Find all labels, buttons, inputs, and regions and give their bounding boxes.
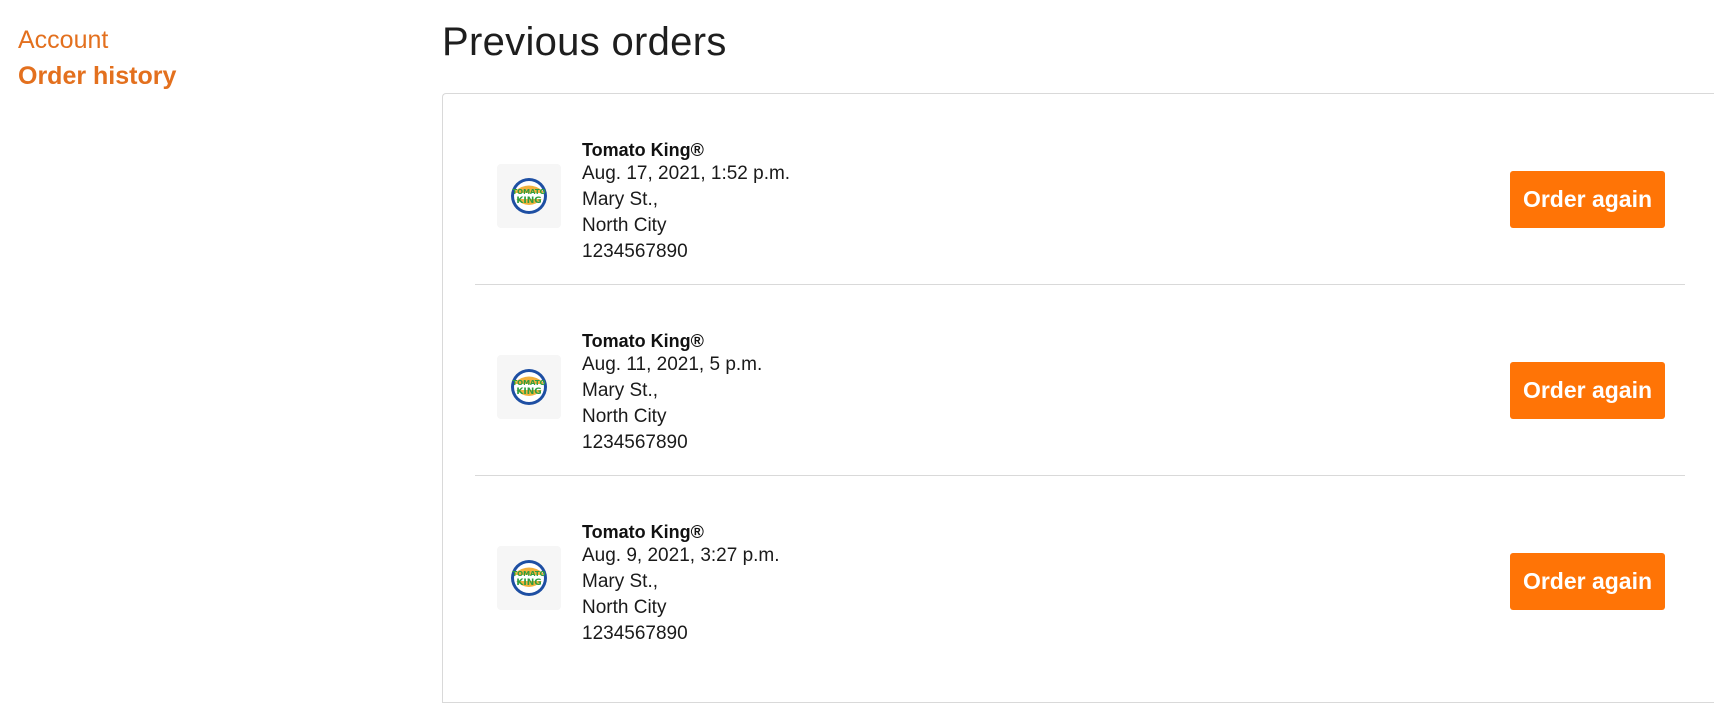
order-row: TOMATO KING Tomato King® Aug. 17, 2021, … [475,94,1685,285]
order-street: Mary St., [582,380,659,401]
account-sidebar: Account Order history [18,22,398,94]
tomato-king-logo-svg: TOMATO KING [511,560,547,596]
restaurant-name: Tomato King® [582,331,704,351]
order-again-button[interactable]: Order again [1510,553,1665,610]
tomato-king-logo-svg: TOMATO KING [511,369,547,405]
order-datetime: Aug. 17, 2021, 1:52 p.m. [582,163,791,184]
order-row: TOMATO KING Tomato King® Aug. 9, 2021, 3… [475,476,1685,667]
orders-card: TOMATO KING Tomato King® Aug. 17, 2021, … [442,93,1714,703]
tomato-king-logo-icon: TOMATO KING [497,355,561,419]
order-city: North City [582,215,667,236]
order-again-button[interactable]: Order again [1510,171,1665,228]
order-datetime: Aug. 9, 2021, 3:27 p.m. [582,545,780,566]
restaurant-name: Tomato King® [582,140,704,160]
order-phone: 1234567890 [582,623,688,644]
order-phone: 1234567890 [582,432,688,453]
sidebar-item-account[interactable]: Account [18,22,398,58]
svg-text:KING: KING [516,387,541,397]
order-city: North City [582,406,667,427]
order-info: Tomato King® Aug. 9, 2021, 3:27 p.m. Mar… [582,521,780,647]
sidebar-item-order-history[interactable]: Order history [18,58,398,94]
order-city: North City [582,597,667,618]
order-row: TOMATO KING Tomato King® Aug. 11, 2021, … [475,285,1685,476]
svg-text:KING: KING [516,196,541,206]
svg-text:KING: KING [516,578,541,588]
order-info: Tomato King® Aug. 11, 2021, 5 p.m. Mary … [582,330,762,456]
page-title: Previous orders [442,20,727,64]
order-street: Mary St., [582,189,659,210]
order-phone: 1234567890 [582,241,688,262]
tomato-king-logo-svg: TOMATO KING [511,178,547,214]
order-again-button[interactable]: Order again [1510,362,1665,419]
restaurant-name: Tomato King® [582,522,704,542]
order-street: Mary St., [582,571,659,592]
order-info: Tomato King® Aug. 17, 2021, 1:52 p.m. Ma… [582,139,790,265]
order-datetime: Aug. 11, 2021, 5 p.m. [582,354,763,375]
tomato-king-logo-icon: TOMATO KING [497,164,561,228]
tomato-king-logo-icon: TOMATO KING [497,546,561,610]
svg-text:TOMATO: TOMATO [512,188,545,196]
svg-text:TOMATO: TOMATO [512,379,545,387]
svg-text:TOMATO: TOMATO [512,570,545,578]
